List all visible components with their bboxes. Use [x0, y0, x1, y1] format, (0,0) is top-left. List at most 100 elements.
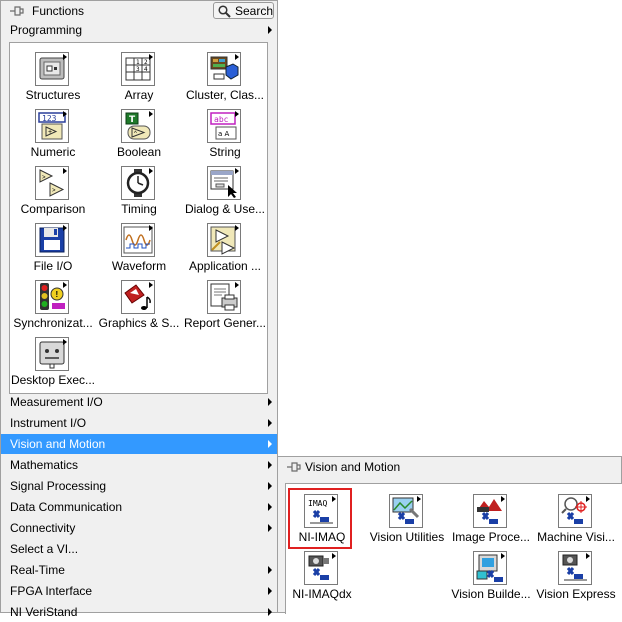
- category-signal-processing[interactable]: Signal Processing: [1, 476, 277, 496]
- palette-item-label: Dialog & Use...: [184, 202, 266, 216]
- palette-item-report[interactable]: Report Gener...: [182, 279, 268, 335]
- palette-item-file-io[interactable]: File I/O: [10, 222, 96, 278]
- search-button[interactable]: Search: [213, 2, 274, 19]
- palette-item-vision-express[interactable]: Vision Express: [533, 550, 619, 606]
- submenu-arrow-icon: [268, 482, 272, 490]
- palette-item-structures[interactable]: Structures: [10, 51, 96, 107]
- machine-vision-icon: [558, 494, 592, 528]
- programming-panel: Structures 1 2 3 4 Array Cluster, Clas..…: [9, 42, 268, 394]
- palette-item-vision-utilities[interactable]: Vision Utilities: [364, 493, 450, 549]
- palette-item-synchronization[interactable]: ! Synchronizat...: [10, 279, 96, 335]
- svg-text:3: 3: [136, 66, 140, 73]
- palette-item-dialog[interactable]: Dialog & Use...: [182, 165, 268, 221]
- palette-item-comparison[interactable]: > > Comparison: [10, 165, 96, 221]
- category-label: Measurement I/O: [10, 395, 103, 409]
- category-connectivity[interactable]: Connectivity: [1, 518, 277, 538]
- palette-item-label: Numeric: [30, 145, 76, 159]
- palette-item-numeric[interactable]: 123 + Numeric: [10, 108, 96, 164]
- dialog-icon: [207, 166, 241, 200]
- category-ni-veristand[interactable]: NI VeriStand: [1, 602, 277, 622]
- submenu-arrow-icon: [268, 440, 272, 448]
- submenu-arrow-icon: [268, 398, 272, 406]
- svg-text:1: 1: [136, 59, 140, 66]
- category-vision-and-motion[interactable]: Vision and Motion: [1, 434, 277, 454]
- palette-item-ni-imaqdx[interactable]: NI-IMAQdx: [279, 550, 365, 606]
- palette-item-label: NI-IMAQdx: [292, 587, 352, 601]
- waveform-icon: [121, 223, 155, 257]
- ni-imaqdx-icon: [304, 551, 338, 585]
- synchronization-icon: !: [35, 280, 69, 314]
- category-programming[interactable]: Programming: [1, 20, 277, 40]
- category-select-a-vi[interactable]: Select a VI...: [1, 539, 277, 559]
- report-icon: [207, 280, 241, 314]
- palette-item-label: Image Proce...: [451, 530, 531, 544]
- file-io-icon: [35, 223, 69, 257]
- palette-item-label: Vision Utilities: [369, 530, 445, 544]
- palette-item-label: File I/O: [33, 259, 73, 273]
- palette-item-vision-builder[interactable]: Vision Builde...: [448, 550, 534, 606]
- subpalette-title: Vision and Motion: [305, 460, 401, 474]
- submenu-arrow-icon: [268, 587, 272, 595]
- palette-item-array[interactable]: 1 2 3 4 Array: [96, 51, 182, 107]
- svg-text:>: >: [52, 188, 56, 194]
- category-instrument-io[interactable]: Instrument I/O: [1, 413, 277, 433]
- string-icon: abc a A: [207, 109, 241, 143]
- functions-palette: Functions Search Programming Structures …: [0, 0, 278, 619]
- palette-item-desktop-exec[interactable]: Desktop Exec...: [10, 336, 96, 392]
- category-label: Vision and Motion: [10, 437, 106, 451]
- palette-item-label: Waveform: [111, 259, 167, 273]
- palette-item-label: Array: [124, 88, 154, 102]
- palette-item-graphics-sound[interactable]: Graphics & S...: [96, 279, 182, 335]
- thumbtack-icon[interactable]: [285, 460, 301, 477]
- palette-item-cluster[interactable]: Cluster, Clas...: [182, 51, 268, 107]
- svg-text:4: 4: [144, 66, 148, 73]
- palette-item-waveform[interactable]: Waveform: [96, 222, 182, 278]
- category-measurement-io[interactable]: Measurement I/O: [1, 392, 277, 412]
- svg-text:^: ^: [134, 131, 137, 137]
- submenu-arrow-icon: [268, 566, 272, 574]
- category-label: Instrument I/O: [10, 416, 87, 430]
- cluster-icon: [207, 52, 241, 86]
- submenu-arrow-icon: [268, 524, 272, 532]
- palette-item-label: Cluster, Clas...: [185, 88, 265, 102]
- category-real-time[interactable]: Real-Time: [1, 560, 277, 580]
- palette-item-boolean[interactable]: T ^ Boolean: [96, 108, 182, 164]
- palette-item-ni-imaq[interactable]: IMAQ NI-IMAQ: [279, 493, 365, 549]
- palette-item-timing[interactable]: Timing: [96, 165, 182, 221]
- palette-item-machine-vision[interactable]: Machine Visi...: [533, 493, 619, 549]
- svg-text:2: 2: [144, 59, 148, 66]
- structures-icon: [35, 52, 69, 86]
- vision-and-motion-subpalette: Vision and Motion IMAQ NI-IMAQ Vision Ut…: [277, 456, 622, 614]
- desktop-exec-icon: [35, 337, 69, 371]
- palette-item-label: Structures: [25, 88, 81, 102]
- palette-item-label: Vision Builde...: [451, 587, 531, 601]
- category-fpga-interface[interactable]: FPGA Interface: [1, 581, 277, 601]
- palette-item-label: Boolean: [116, 145, 162, 159]
- palette-item-label: Synchronizat...: [13, 316, 93, 330]
- palette-item-label: Graphics & S...: [98, 316, 180, 330]
- svg-text:abc: abc: [214, 115, 229, 124]
- palette-titlebar: Functions Search: [1, 1, 277, 21]
- svg-text:T: T: [129, 115, 136, 125]
- submenu-arrow-icon: [268, 608, 272, 616]
- submenu-arrow-icon: [268, 461, 272, 469]
- palette-item-image-processing[interactable]: Image Proce...: [448, 493, 534, 549]
- palette-item-label: Vision Express: [536, 587, 616, 601]
- thumbtack-icon[interactable]: [8, 4, 24, 21]
- palette-item-label: Desktop Exec...: [10, 373, 96, 387]
- category-label: Data Communication: [10, 500, 123, 514]
- palette-item-string[interactable]: abc a A String: [182, 108, 268, 164]
- palette-title: Functions: [32, 4, 85, 18]
- palette-item-label: NI-IMAQ: [298, 530, 346, 544]
- array-icon: 1 2 3 4: [121, 52, 155, 86]
- category-mathematics[interactable]: Mathematics: [1, 455, 277, 475]
- svg-text:>: >: [42, 175, 46, 181]
- palette-item-label: Application ...: [188, 259, 262, 273]
- svg-text:a A: a A: [218, 130, 230, 138]
- category-label: FPGA Interface: [10, 584, 93, 598]
- svg-text:123: 123: [42, 114, 57, 123]
- category-data-communication[interactable]: Data Communication: [1, 497, 277, 517]
- category-label: Connectivity: [10, 521, 76, 535]
- palette-item-application[interactable]: Application ...: [182, 222, 268, 278]
- image-processing-icon: [473, 494, 507, 528]
